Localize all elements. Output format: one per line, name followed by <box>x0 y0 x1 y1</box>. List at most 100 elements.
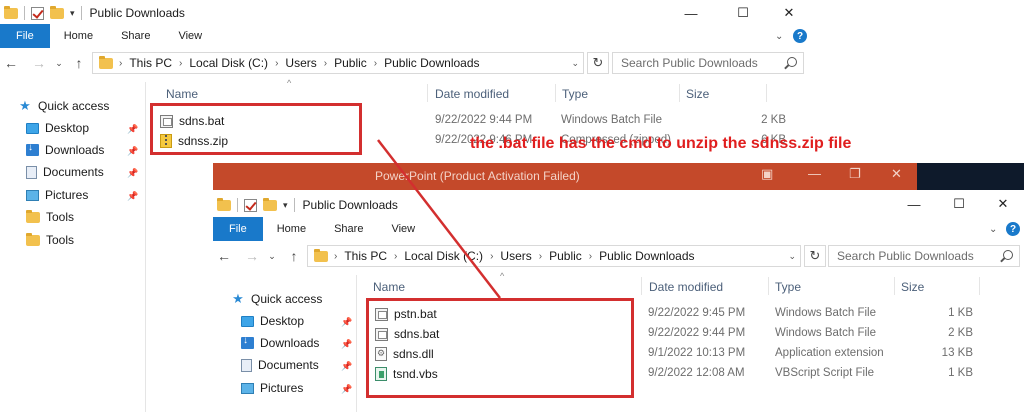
recent-locations-icon[interactable]: ⌄ <box>50 53 68 73</box>
file-date: 9/1/2022 10:13 PM <box>648 347 746 359</box>
sidebar-item-tools-2[interactable]: Tools <box>26 232 74 247</box>
back-button[interactable]: ← <box>215 246 233 266</box>
maximize-button[interactable]: ☐ <box>720 0 766 26</box>
refresh-button[interactable]: ↻ <box>587 52 609 74</box>
breadcrumb-this-pc[interactable]: This PC <box>344 249 387 263</box>
breadcrumb-local-disk[interactable]: Local Disk (C:) <box>404 249 483 263</box>
tab-share[interactable]: Share <box>107 24 164 48</box>
column-header-type[interactable]: Type <box>562 87 588 101</box>
restore-button[interactable]: ❐ <box>849 166 861 182</box>
forward-button[interactable]: → <box>243 246 261 266</box>
tab-home[interactable]: Home <box>263 217 320 241</box>
breadcrumb-this-pc[interactable]: This PC <box>129 56 172 70</box>
sidebar-item-downloads[interactable]: Downloads <box>241 335 319 350</box>
ribbon-tabs: File Home Share View <box>0 24 812 48</box>
sort-ascending-icon: ^ <box>500 271 505 281</box>
column-header-type[interactable]: Type <box>775 280 801 294</box>
file-type: Application extension <box>775 347 884 359</box>
tab-home[interactable]: Home <box>50 24 107 48</box>
search-icon <box>1003 250 1013 260</box>
desktop-icon <box>26 122 39 134</box>
column-header-name[interactable]: Name <box>373 280 405 294</box>
highlight-box-back-files <box>150 103 362 155</box>
desktop-icon <box>241 315 254 327</box>
new-folder-icon[interactable] <box>50 5 64 19</box>
breadcrumb-users[interactable]: Users <box>500 249 531 263</box>
properties-icon[interactable] <box>31 6 44 20</box>
sidebar-item-desktop[interactable]: Desktop <box>26 121 89 135</box>
sort-ascending-icon: ^ <box>287 78 292 88</box>
close-button[interactable]: ✕ <box>766 0 812 26</box>
up-button[interactable]: ↑ <box>70 53 88 73</box>
breadcrumb-public-downloads[interactable]: Public Downloads <box>599 249 694 263</box>
breadcrumb-public[interactable]: Public <box>334 56 367 70</box>
tab-view[interactable]: View <box>377 217 429 241</box>
help-icon[interactable]: ? <box>793 29 807 43</box>
pin-icon[interactable]: 📌 <box>341 361 352 372</box>
help-icon[interactable]: ? <box>1006 222 1020 236</box>
forward-button[interactable]: → <box>30 53 48 73</box>
address-bar[interactable]: › This PC › Local Disk (C:) › Users › Pu… <box>307 245 801 267</box>
sidebar-item-quick-access[interactable]: ★ Quick access <box>231 291 322 307</box>
sidebar-item-quick-access[interactable]: ★ Quick access <box>18 98 109 114</box>
search-input[interactable]: Search Public Downloads <box>828 245 1020 267</box>
tab-view[interactable]: View <box>164 24 216 48</box>
breadcrumb-public[interactable]: Public <box>549 249 582 263</box>
minimize-button[interactable]: — <box>668 0 714 26</box>
new-folder-icon[interactable] <box>263 197 277 211</box>
tab-share[interactable]: Share <box>320 217 377 241</box>
ribbon-expand-icon[interactable]: ⌄ <box>775 31 783 42</box>
sidebar-item-documents[interactable]: Documents <box>241 358 319 372</box>
pin-icon[interactable]: 📌 <box>341 339 352 350</box>
back-button[interactable]: ← <box>2 53 20 73</box>
sidebar-item-downloads[interactable]: Downloads <box>26 142 104 157</box>
sidebar-item-pictures[interactable]: Pictures <box>26 188 88 202</box>
pin-icon[interactable]: 📌 <box>341 317 352 328</box>
column-header-size[interactable]: Size <box>901 280 924 294</box>
pin-icon[interactable]: 📌 <box>127 168 138 179</box>
recent-locations-icon[interactable]: ⌄ <box>263 246 281 266</box>
navigation-bar: ← → ⌄ ↑ › This PC › Local Disk (C:) › Us… <box>213 243 1024 269</box>
folder-icon <box>217 197 231 211</box>
powerpoint-title: PowerPoint (Product Activation Failed) <box>375 169 580 183</box>
breadcrumb-users[interactable]: Users <box>285 56 316 70</box>
column-header-name[interactable]: Name <box>166 87 198 101</box>
maximize-button[interactable]: ☐ <box>936 191 982 217</box>
close-button[interactable]: ✕ <box>891 166 902 182</box>
minimize-button[interactable]: — <box>808 166 821 181</box>
sidebar-item-documents[interactable]: Documents <box>26 165 104 179</box>
customize-toolbar-icon[interactable]: ▾ <box>283 200 288 211</box>
close-button[interactable]: ✕ <box>980 191 1024 217</box>
annotation-text: the .bat file has the cmd to unzip the s… <box>470 135 852 152</box>
ribbon-display-options-icon[interactable]: ▣ <box>761 166 773 182</box>
address-bar[interactable]: › This PC › Local Disk (C:) › Users › Pu… <box>92 52 584 74</box>
pin-icon[interactable]: 📌 <box>127 191 138 202</box>
ribbon-expand-icon[interactable]: ⌄ <box>989 224 997 235</box>
powerpoint-titlebar: PowerPoint (Product Activation Failed) ▣… <box>213 163 917 190</box>
refresh-button[interactable]: ↻ <box>804 245 826 267</box>
pin-icon[interactable]: 📌 <box>127 146 138 157</box>
sidebar-item-pictures[interactable]: Pictures <box>241 381 303 395</box>
address-dropdown-icon[interactable]: ⌄ <box>788 251 796 262</box>
minimize-button[interactable]: — <box>891 191 937 217</box>
customize-toolbar-icon[interactable]: ▾ <box>70 8 75 19</box>
up-button[interactable]: ↑ <box>285 246 303 266</box>
sidebar-item-desktop[interactable]: Desktop <box>241 314 304 328</box>
breadcrumb-public-downloads[interactable]: Public Downloads <box>384 56 479 70</box>
tab-file[interactable]: File <box>0 24 50 48</box>
navigation-bar: ← → ⌄ ↑ › This PC › Local Disk (C:) › Us… <box>0 50 812 76</box>
pin-icon[interactable]: 📌 <box>127 124 138 135</box>
pin-icon[interactable]: 📌 <box>341 384 352 395</box>
pictures-icon <box>26 189 39 201</box>
properties-icon[interactable] <box>244 198 257 212</box>
address-dropdown-icon[interactable]: ⌄ <box>571 58 579 69</box>
column-header-date[interactable]: Date modified <box>435 87 509 101</box>
breadcrumb-local-disk[interactable]: Local Disk (C:) <box>189 56 268 70</box>
column-header-size[interactable]: Size <box>686 87 709 101</box>
tab-file[interactable]: File <box>213 217 263 241</box>
background-window <box>917 163 1024 190</box>
star-icon: ★ <box>232 291 244 306</box>
column-header-date[interactable]: Date modified <box>649 280 723 294</box>
sidebar-item-tools[interactable]: Tools <box>26 209 74 224</box>
search-input[interactable]: Search Public Downloads <box>612 52 804 74</box>
